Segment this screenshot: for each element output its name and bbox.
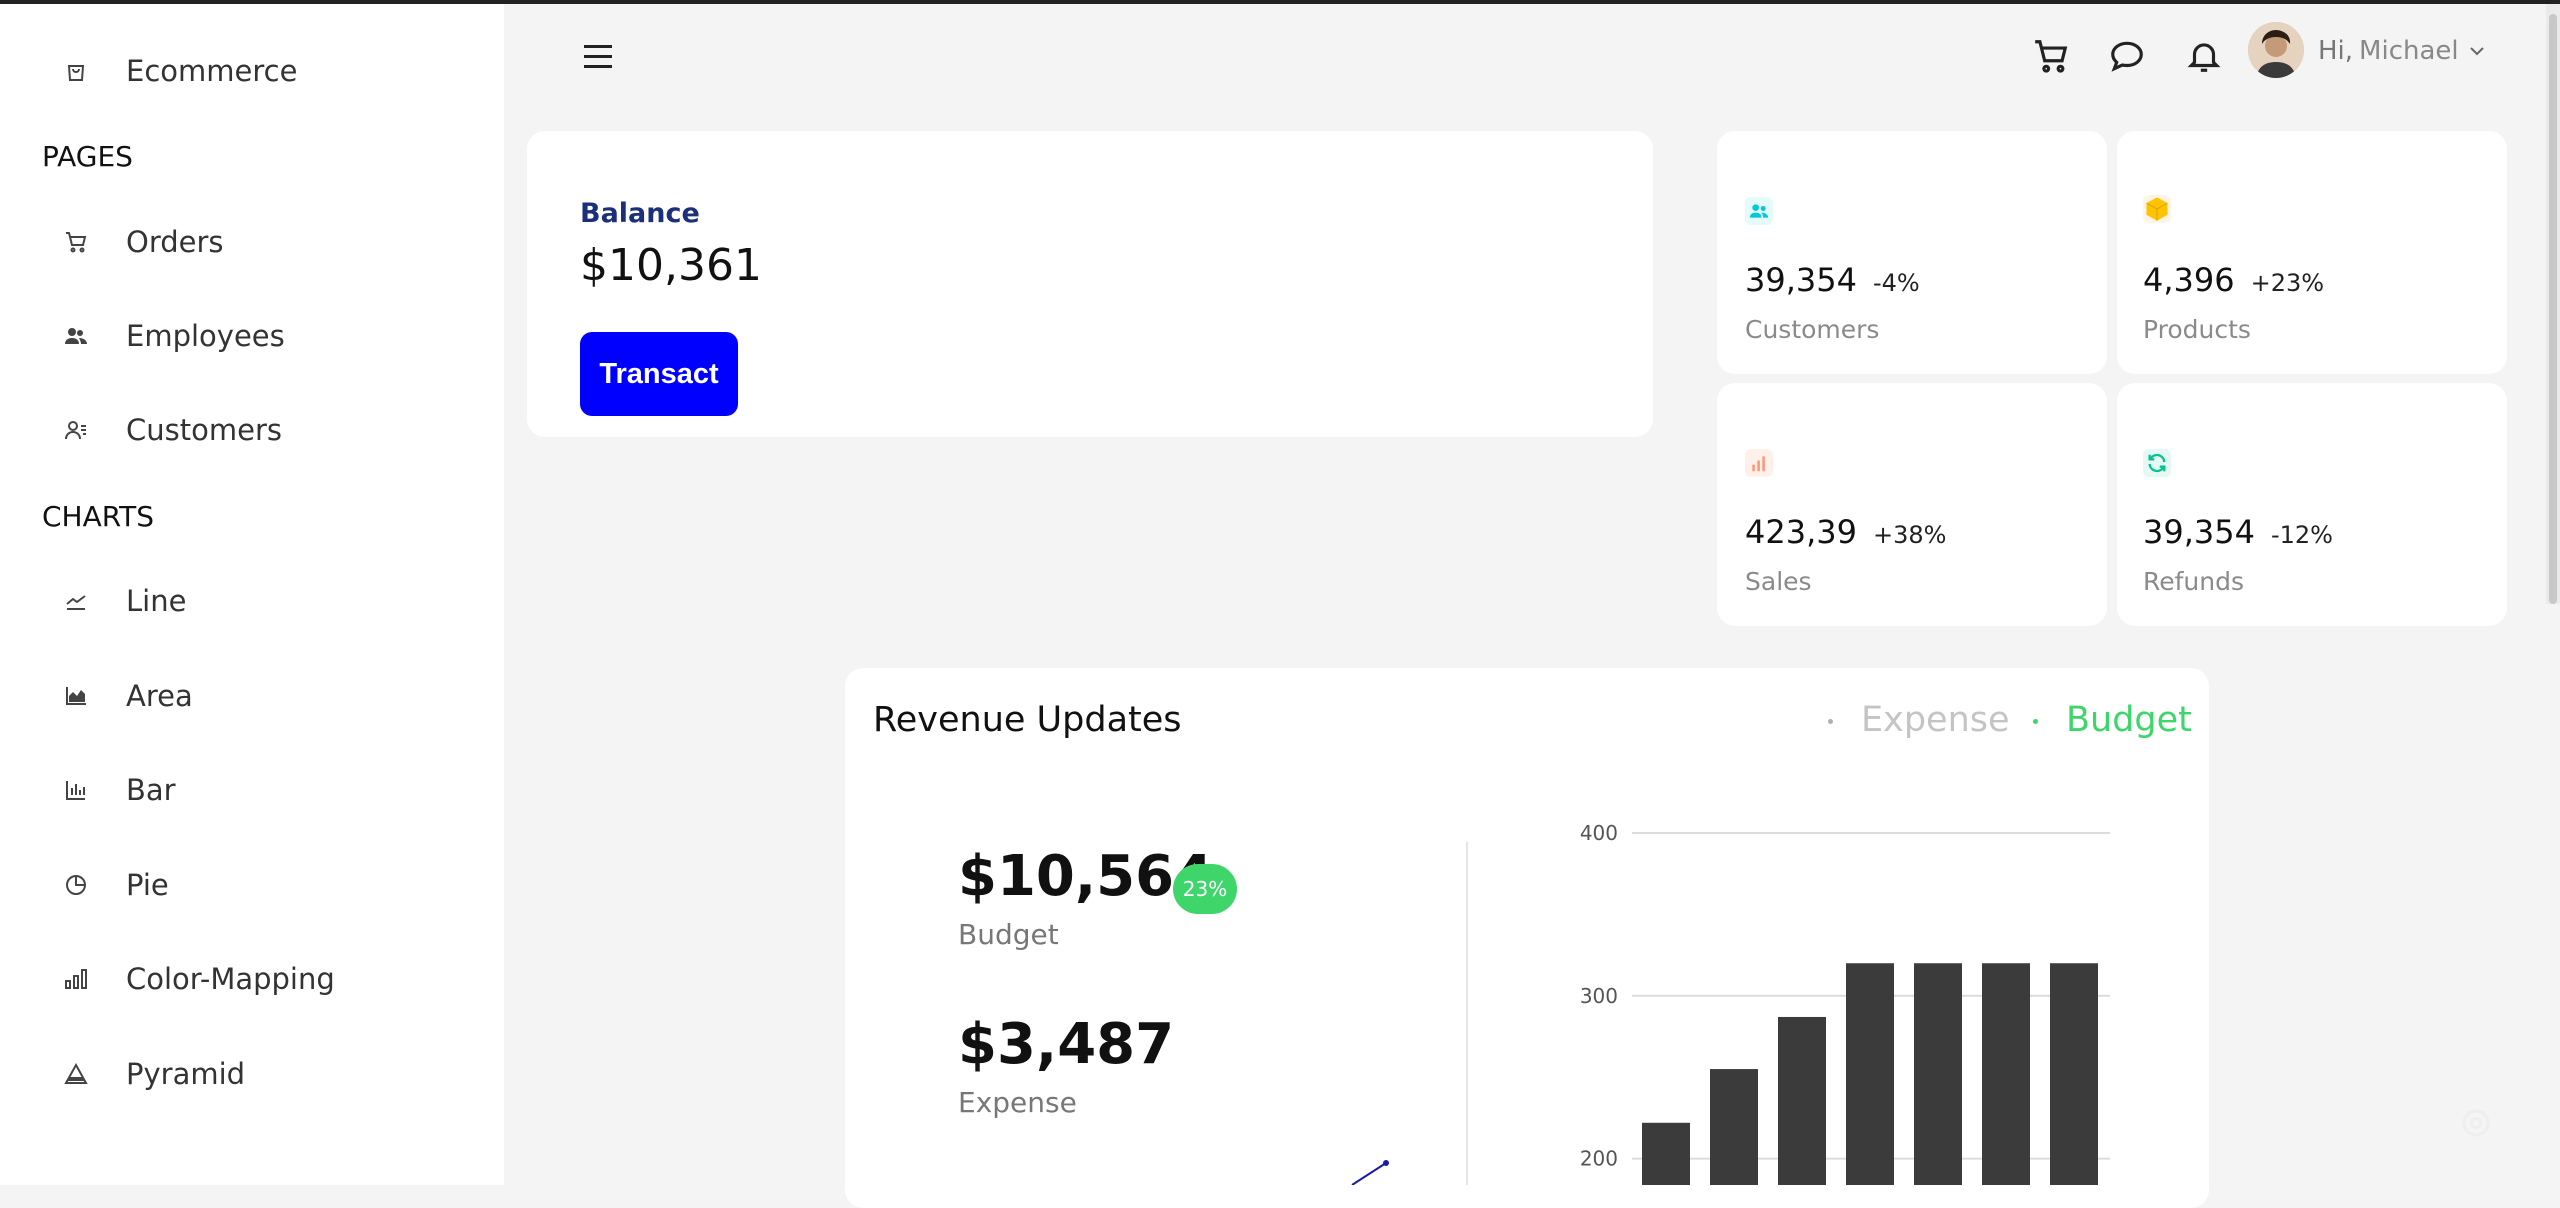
- customers-icon: [62, 416, 90, 444]
- balance-amount: $10,361: [580, 240, 762, 291]
- sidebar-item-pie[interactable]: Pie: [62, 860, 169, 910]
- scrollbar-thumb[interactable]: [2549, 14, 2557, 604]
- bar[interactable]: [1710, 1069, 1758, 1185]
- chevron-down-icon[interactable]: [2468, 42, 2486, 60]
- users-icon: [62, 322, 90, 350]
- stat-change: -12%: [2270, 521, 2333, 549]
- color-mapping-icon: [62, 965, 90, 993]
- bar[interactable]: [1846, 963, 1894, 1185]
- sparkline-fragment: [1351, 1160, 1389, 1185]
- user-greeting[interactable]: Hi, Michael: [2318, 36, 2459, 66]
- stat-value: 423,39 +38%: [1745, 513, 1947, 551]
- cart-button[interactable]: [2029, 34, 2073, 78]
- shopping-bag-icon: [62, 57, 90, 85]
- sidebar-item-label: Color-Mapping: [126, 962, 335, 996]
- legend-label: Expense: [1861, 700, 2010, 740]
- charts-heading: CHARTS: [42, 500, 155, 533]
- line-chart-icon: [62, 587, 90, 615]
- expense-label: Expense: [958, 1086, 1077, 1119]
- stat-label: Refunds: [2143, 567, 2245, 596]
- legend-label: Budget: [2066, 700, 2192, 740]
- bar-chart-icon: [1745, 449, 1773, 477]
- stat-card-sales: 423,39 +38% Sales: [1717, 383, 2107, 626]
- stat-label: Customers: [1745, 315, 1880, 344]
- stat-label: Sales: [1745, 567, 1812, 596]
- bar[interactable]: [1642, 1122, 1690, 1185]
- menu-toggle-button[interactable]: [578, 38, 618, 74]
- sidebar-item-ecommerce[interactable]: Ecommerce: [62, 46, 297, 96]
- sidebar-item-customers[interactable]: Customers: [62, 405, 282, 455]
- stat-value: 4,396 +23%: [2143, 261, 2325, 299]
- stat-change: +38%: [1872, 521, 1947, 549]
- sidebar-item-label: Orders: [126, 225, 224, 259]
- revenue-bar-chart: 200 300 400: [1580, 821, 2110, 1185]
- pyramid-icon: [62, 1060, 90, 1088]
- legend-dot: [1828, 718, 1833, 724]
- sidebar-item-line[interactable]: Line: [62, 576, 186, 626]
- bar[interactable]: [1914, 963, 1962, 1185]
- cart-icon: [2035, 40, 2068, 73]
- sidebar-item-area[interactable]: Area: [62, 671, 193, 721]
- customers-icon: [1745, 197, 1773, 225]
- sidebar-item-label: Bar: [126, 773, 176, 807]
- pages-heading: PAGES: [42, 140, 133, 173]
- legend-budget[interactable]: Budget: [2033, 700, 2192, 740]
- sidebar-item-label: Line: [126, 584, 187, 618]
- legend-dot: [2033, 718, 2038, 724]
- avatar[interactable]: [2248, 22, 2304, 78]
- stat-card-customers: 39,354 -4% Customers: [1717, 131, 2107, 374]
- notifications-button[interactable]: [2182, 34, 2226, 78]
- transact-button[interactable]: Transact: [580, 332, 738, 416]
- user-photo: [2248, 22, 2304, 78]
- settings-icon[interactable]: [2458, 1105, 2494, 1141]
- stat-card-products: 4,396 +23% Products: [2117, 131, 2507, 374]
- revenue-title: Revenue Updates: [873, 700, 1182, 740]
- sidebar-item-label: Area: [126, 679, 193, 713]
- legend-expense[interactable]: Expense: [1828, 700, 2010, 740]
- sidebar-item-employees[interactable]: Employees: [62, 311, 285, 361]
- stat-change: -4%: [1872, 269, 1920, 297]
- sidebar-item-color-mapping[interactable]: Color-Mapping: [62, 954, 335, 1004]
- stat-change: +23%: [2250, 269, 2325, 297]
- y-tick-label: 200: [1580, 1147, 1618, 1171]
- sidebar-item-bar[interactable]: Bar: [62, 765, 176, 815]
- sidebar-item-label: Employees: [126, 319, 285, 353]
- cart-icon: [62, 228, 90, 256]
- sidebar-item-label: Ecommerce: [126, 54, 298, 88]
- revenue-divider: [1466, 842, 1468, 1185]
- stat-value: 39,354 -12%: [2143, 513, 2333, 551]
- balance-title: Balance: [580, 198, 700, 229]
- sidebar-item-pyramid[interactable]: Pyramid: [62, 1049, 245, 1099]
- refresh-icon: [2143, 449, 2171, 477]
- box-icon: [2143, 195, 2171, 223]
- page-scrollbar[interactable]: [2546, 4, 2560, 604]
- bar[interactable]: [2050, 963, 2098, 1185]
- y-tick-label: 300: [1580, 984, 1618, 1008]
- expense-value: $3,487: [958, 1012, 1175, 1077]
- greeting-text: Hi,: [2318, 36, 2354, 66]
- sidebar-item-label: Customers: [126, 413, 282, 447]
- stat-value: 39,354 -4%: [1745, 261, 1920, 299]
- sidebar-item-label: Pyramid: [126, 1057, 246, 1091]
- area-chart-icon: [62, 682, 90, 710]
- bell-icon: [2187, 43, 2221, 72]
- user-name: Michael: [2359, 36, 2459, 66]
- bar-chart-icon: [62, 776, 90, 804]
- sidebar: Ecommerce PAGES Orders Employees Custome…: [0, 4, 504, 1185]
- budget-badge: 23%: [1173, 864, 1237, 914]
- sidebar-item-orders[interactable]: Orders: [62, 217, 224, 267]
- hamburger-icon: [584, 45, 612, 68]
- bar[interactable]: [1778, 1016, 1826, 1185]
- sidebar-item-label: Pie: [126, 868, 169, 902]
- bar[interactable]: [1982, 963, 2030, 1185]
- budget-label: Budget: [958, 918, 1059, 951]
- stat-label: Products: [2143, 315, 2251, 344]
- y-tick-label: 400: [1580, 821, 1618, 845]
- stat-card-refunds: 39,354 -12% Refunds: [2117, 383, 2507, 626]
- pie-chart-icon: [62, 871, 90, 899]
- chat-button[interactable]: [2105, 34, 2149, 78]
- chat-icon: [2111, 41, 2143, 72]
